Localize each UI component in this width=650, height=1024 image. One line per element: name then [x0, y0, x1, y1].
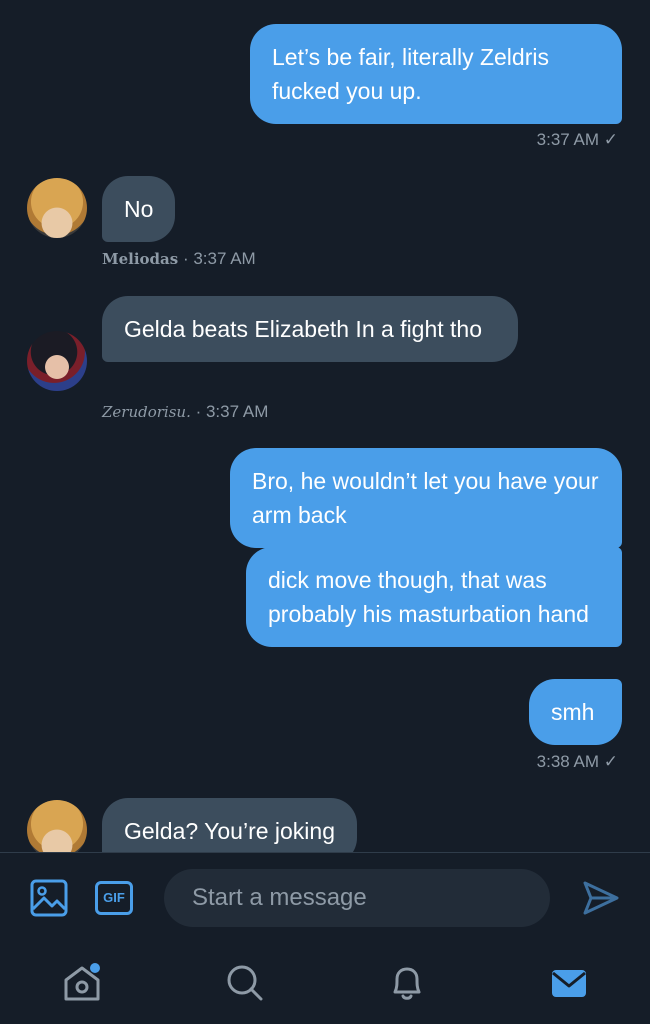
search-icon[interactable]: [224, 962, 266, 1004]
message-text: Let’s be fair, literally Zeldris fucked …: [272, 44, 549, 104]
sender-name: Zerudorisu.: [102, 403, 191, 421]
message-timestamp: · 3:37 AM: [195, 402, 269, 421]
message-text: Gelda beats Elizabeth In a fight tho: [124, 316, 483, 342]
home-icon[interactable]: [61, 962, 103, 1004]
message-bubble-incoming[interactable]: Gelda? You’re joking: [102, 798, 357, 852]
avatar-meliodas[interactable]: [27, 178, 87, 238]
message-timestamp: 3:38 AM ✓: [536, 752, 618, 771]
bell-icon[interactable]: [386, 962, 428, 1004]
conversation-view: Let’s be fair, literally Zeldris fucked …: [0, 0, 650, 852]
message-bubble-incoming[interactable]: No: [102, 176, 176, 242]
message-text: dick move though, that was probably his …: [268, 567, 589, 627]
send-icon[interactable]: [582, 880, 620, 916]
message-meta: Zerudorisu. · 3:37 AM: [102, 402, 268, 422]
message-meta: Meliodas · 3:37 AM: [102, 249, 256, 269]
message-timestamp: · 3:37 AM: [182, 249, 256, 268]
avatar-zeldris[interactable]: [27, 331, 87, 391]
message-bubble-outgoing[interactable]: dick move though, that was probably his …: [246, 547, 622, 647]
message-input[interactable]: Start a message: [164, 869, 550, 927]
message-bubble-outgoing[interactable]: Bro, he wouldn’t let you have your arm b…: [230, 448, 622, 548]
bottom-tab-bar: [0, 942, 650, 1024]
gif-icon[interactable]: GIF: [95, 881, 133, 915]
sender-name: Meliodas: [102, 250, 179, 268]
message-bubble-outgoing[interactable]: smh: [529, 679, 622, 745]
message-text: Gelda? You’re joking: [124, 818, 335, 844]
message-composer: GIF Start a message: [0, 852, 650, 942]
message-text: No: [124, 196, 154, 222]
image-icon[interactable]: [30, 879, 68, 917]
message-text: smh: [551, 699, 595, 725]
message-bubble-incoming[interactable]: Gelda beats Elizabeth In a fight tho: [102, 296, 518, 362]
mail-icon[interactable]: [550, 965, 588, 1001]
message-bubble-outgoing[interactable]: Let’s be fair, literally Zeldris fucked …: [250, 24, 622, 124]
message-text: Bro, he wouldn’t let you have your arm b…: [252, 468, 599, 528]
avatar-meliodas[interactable]: [27, 800, 87, 852]
message-timestamp: 3:37 AM ✓: [536, 130, 618, 149]
